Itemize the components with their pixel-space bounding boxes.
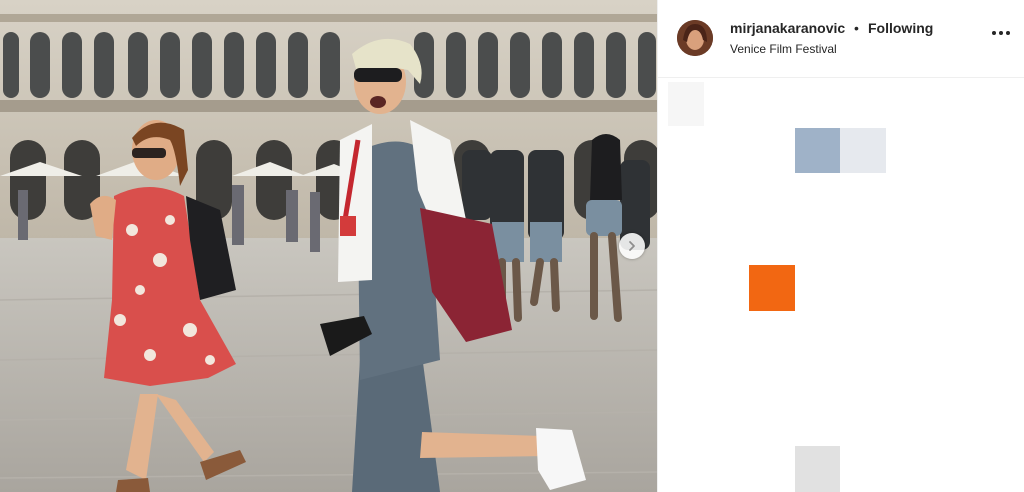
loading-placeholder-faint: [668, 82, 704, 126]
post-side-panel: mirjanakaranovic • Following Venice Film…: [657, 0, 1024, 492]
carousel-next-button[interactable]: [619, 233, 645, 259]
separator-dot: •: [854, 20, 859, 36]
post-header: mirjanakaranovic • Following Venice Film…: [658, 0, 1024, 78]
location-link[interactable]: Venice Film Festival: [730, 42, 837, 56]
avatar[interactable]: [677, 20, 713, 56]
photo-scene: [0, 0, 657, 492]
loading-placeholder-grey: [795, 446, 840, 492]
loading-placeholder-light: [840, 128, 886, 173]
profile-photo-icon: [677, 20, 713, 56]
chevron-right-icon: [629, 241, 635, 251]
loading-placeholder-blue: [795, 128, 840, 173]
following-button[interactable]: Following: [868, 20, 933, 36]
more-options-icon[interactable]: [992, 30, 1010, 36]
post-photo[interactable]: [0, 0, 657, 492]
username-link[interactable]: mirjanakaranovic: [730, 20, 845, 36]
loading-placeholder-orange: [749, 265, 795, 311]
